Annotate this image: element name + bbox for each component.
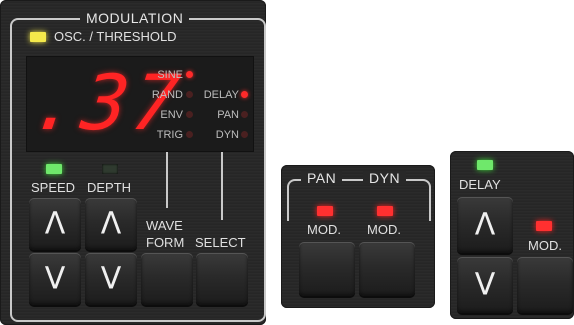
osc-threshold-led (30, 32, 46, 42)
wave-trig-led (186, 131, 193, 138)
dest-pan-led (241, 111, 248, 118)
wave-sine-led (186, 71, 193, 78)
dyn-title: DYN (363, 171, 407, 185)
pan-dyn-panel: PAN DYN MOD. MOD. (281, 165, 435, 308)
up-arrow-icon: Λ (44, 206, 66, 242)
waveform-label-line1: WAVE (146, 218, 183, 233)
delay-mod-label: MOD. (528, 238, 562, 253)
dyn-mod-led (377, 206, 393, 216)
delay-down-button[interactable]: V (457, 257, 513, 313)
up-arrow-icon: Λ (474, 207, 496, 243)
dest-delay-led (241, 91, 248, 98)
modulation-title: MODULATION (80, 11, 190, 25)
wave-env-label: ENV (160, 109, 183, 121)
speed-led (46, 164, 62, 174)
up-arrow-icon: Λ (100, 206, 122, 242)
led-display: .37 SINE RAND ENV TRIG DELAY PAN DYN (26, 56, 254, 152)
dyn-mod-label: MOD. (367, 222, 401, 237)
osc-threshold-label: OSC. / THRESHOLD (54, 29, 177, 44)
wave-trig-label: TRIG (156, 129, 183, 141)
dest-pan-label: PAN (217, 109, 239, 121)
speed-down-button[interactable]: V (29, 253, 81, 305)
speed-up-button[interactable]: Λ (29, 198, 81, 250)
dyn-mod-button[interactable] (359, 242, 415, 296)
delay-up-button[interactable]: Λ (457, 197, 513, 253)
depth-led (102, 164, 118, 174)
depth-up-button[interactable]: Λ (85, 198, 137, 250)
select-label: SELECT (195, 235, 246, 250)
depth-label: DEPTH (87, 180, 132, 195)
waveform-button[interactable] (141, 253, 193, 305)
dest-dyn-label: DYN (215, 129, 239, 141)
delay-panel: DELAY Λ V MOD. (450, 151, 574, 319)
pan-mod-label: MOD. (307, 222, 341, 237)
pan-title: PAN (301, 171, 343, 185)
waveform-connector-line (166, 152, 168, 208)
pan-mod-led (317, 206, 333, 216)
down-arrow-icon: V (474, 267, 496, 303)
dest-dyn-led (241, 131, 248, 138)
delay-mod-button[interactable] (517, 257, 573, 313)
select-button[interactable] (196, 253, 248, 305)
select-connector-line (221, 152, 223, 220)
speed-label: SPEED (31, 180, 76, 195)
delay-led (477, 160, 493, 170)
pan-mod-button[interactable] (299, 242, 355, 296)
delay-label: DELAY (459, 177, 501, 192)
dest-delay-label: DELAY (203, 89, 239, 101)
down-arrow-icon: V (44, 261, 66, 297)
wave-env-led (186, 111, 193, 118)
down-arrow-icon: V (100, 261, 122, 297)
delay-mod-led (536, 221, 552, 231)
wave-sine-label: SINE (157, 69, 183, 81)
modulation-panel: MODULATION OSC. / THRESHOLD .37 SINE RAN… (0, 0, 266, 325)
wave-rand-led (186, 91, 193, 98)
wave-rand-label: RAND (151, 89, 183, 101)
depth-down-button[interactable]: V (85, 253, 137, 305)
waveform-label-line2: FORM (146, 235, 185, 250)
